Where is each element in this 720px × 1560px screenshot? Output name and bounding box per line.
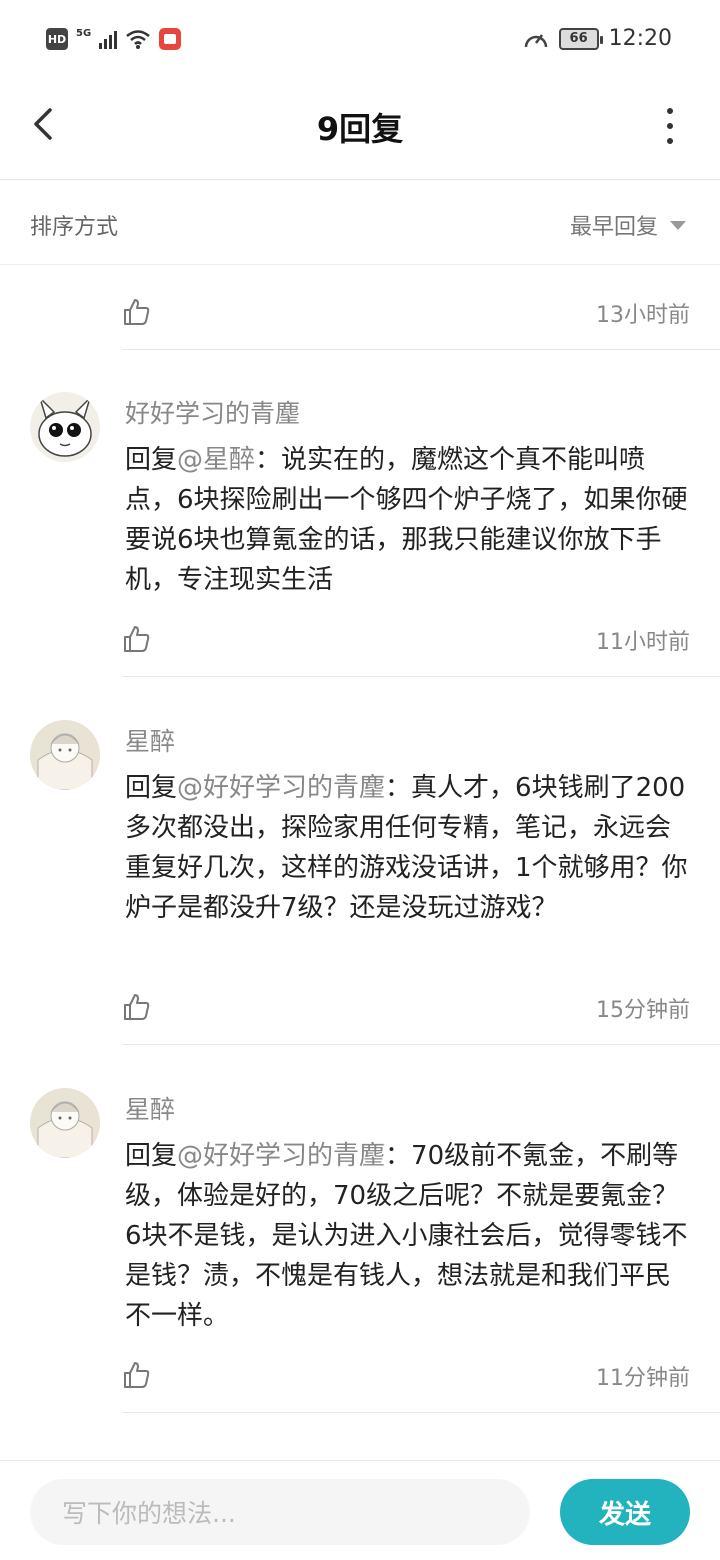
timestamp: 13小时前 [596, 303, 690, 328]
divider [122, 1412, 720, 1413]
username[interactable]: 好好学习的青麈 [125, 394, 300, 430]
status-left: HD 5G [46, 27, 182, 50]
send-button[interactable]: 发送 [560, 1479, 690, 1545]
more-options-button[interactable] [660, 108, 680, 144]
battery-icon: 66 [558, 27, 603, 50]
thumbs-up-icon[interactable] [122, 624, 152, 654]
reply-prefix: 回复 [125, 773, 178, 803]
reply-prefix: 回复 [125, 1141, 178, 1171]
reply-text: 回复@好好学习的青麈：真人才，6块钱刷了200多次都没出，探险家用任何专精，笔记… [125, 768, 691, 928]
reply-feed[interactable]: 13小时前 好好学习的青麈 回复@星醉：说实在的，魔燃这个真不能叫喷点，6块探险… [0, 265, 720, 1460]
mention-link[interactable]: @星醉 [177, 445, 255, 475]
reply-text: 回复@星醉：说实在的，魔燃这个真不能叫喷点，6块探险刷出一个够四个炉子烧了，如果… [125, 440, 691, 600]
hd-icon: HD [46, 28, 68, 50]
like-row: 15分钟前 [122, 990, 690, 1030]
speedometer-icon [524, 33, 547, 47]
avatar[interactable] [30, 392, 100, 462]
reply-text: 回复@好好学习的青麈：70级前不氪金，不刷等级，体验是好的，70级之后呢？不就是… [125, 1136, 691, 1336]
timestamp: 11小时前 [596, 630, 690, 655]
timestamp: 11分钟前 [596, 1366, 690, 1391]
status-right: 66 12:20 [523, 26, 672, 51]
timestamp: 15分钟前 [596, 998, 690, 1023]
dot-icon [667, 123, 673, 129]
divider [122, 676, 720, 677]
avatar-image [30, 392, 100, 462]
username[interactable]: 星醉 [125, 722, 175, 758]
mention-link[interactable]: @好好学习的青麈 [177, 773, 385, 803]
like-row: 13小时前 [122, 295, 690, 335]
thumbs-up-icon[interactable] [122, 1360, 152, 1390]
signal-icon [99, 29, 118, 49]
divider [122, 349, 720, 350]
sort-label: 排序方式 [30, 215, 119, 240]
like-row: 11分钟前 [122, 1358, 690, 1398]
wifi-icon [126, 30, 150, 49]
sort-value: 最早回复 [569, 215, 658, 240]
avatar[interactable] [30, 1088, 100, 1158]
notification-app-icon [159, 28, 182, 50]
dot-icon [667, 108, 673, 114]
thumbs-up-icon[interactable] [122, 992, 152, 1022]
divider [122, 1044, 720, 1045]
network-type: 5G [76, 27, 92, 39]
header: 9回复 [0, 84, 720, 180]
clock: 12:20 [608, 26, 672, 51]
avatar[interactable] [30, 720, 100, 790]
dot-icon [667, 138, 673, 144]
sort-dropdown[interactable]: 最早回复 [570, 209, 686, 241]
status-bar: HD 5G 66 12:20 [0, 0, 720, 84]
avatar-image [30, 1088, 100, 1158]
reply-input[interactable]: 写下你的想法... [30, 1479, 530, 1545]
username[interactable]: 星醉 [125, 1090, 175, 1126]
caret-down-icon [670, 220, 686, 230]
page-title: 9回复 [316, 110, 404, 148]
reply-input-bar: 写下你的想法... 发送 [0, 1460, 720, 1560]
mention-link[interactable]: @好好学习的青麈 [177, 1141, 385, 1171]
reply-prefix: 回复 [125, 445, 178, 475]
sort-bar: 排序方式 最早回复 [0, 181, 720, 265]
like-row: 11小时前 [122, 622, 690, 662]
battery-level: 66 [569, 31, 588, 46]
avatar-image [30, 720, 100, 790]
thumbs-up-icon[interactable] [122, 297, 152, 327]
